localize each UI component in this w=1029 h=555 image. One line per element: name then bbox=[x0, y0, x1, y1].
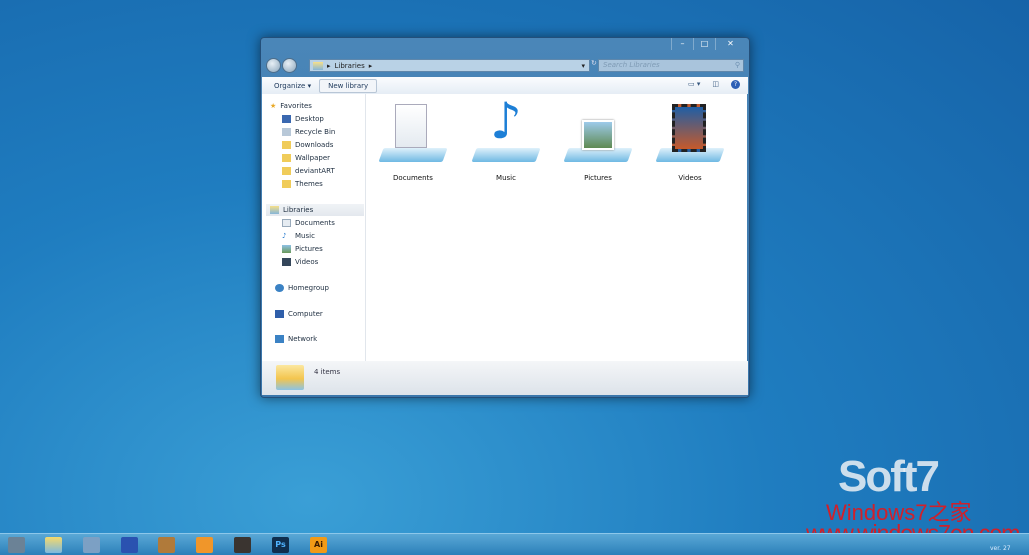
sidebar-item-music[interactable]: ♪ Music bbox=[282, 232, 315, 240]
navigation-buttons bbox=[266, 58, 297, 73]
taskbar-app[interactable] bbox=[158, 537, 175, 553]
computer-icon bbox=[275, 310, 284, 318]
documents-library-icon bbox=[377, 104, 449, 166]
star-icon: ★ bbox=[270, 102, 277, 110]
library-label: Videos bbox=[678, 174, 702, 182]
sidebar-item-libraries[interactable]: Libraries bbox=[270, 206, 313, 214]
sidebar-item-pictures[interactable]: Pictures bbox=[282, 245, 323, 253]
sidebar-item-downloads[interactable]: Downloads bbox=[282, 141, 333, 149]
sidebar-item-desktop[interactable]: Desktop bbox=[282, 115, 324, 123]
content-pane: Documents ♪ Music Pictures Videos bbox=[366, 94, 747, 361]
homegroup-icon bbox=[275, 284, 284, 292]
start-button[interactable] bbox=[8, 537, 25, 553]
label: Desktop bbox=[295, 115, 324, 123]
taskbar-photoshop[interactable]: Ps bbox=[272, 537, 289, 553]
label: Music bbox=[295, 232, 315, 240]
library-label: Documents bbox=[393, 174, 433, 182]
label: Recycle Bin bbox=[295, 128, 336, 136]
search-placeholder: Search Libraries bbox=[603, 61, 660, 69]
library-pictures[interactable]: Pictures bbox=[558, 104, 638, 182]
libraries-folder-icon bbox=[276, 365, 304, 390]
search-input[interactable]: Search Libraries ⚲ bbox=[598, 59, 744, 72]
taskbar-app[interactable] bbox=[83, 537, 100, 553]
label: Documents bbox=[295, 219, 335, 227]
sidebar-item-deviantart[interactable]: deviantART bbox=[282, 167, 335, 175]
libraries-icon bbox=[313, 61, 323, 70]
sidebar-item-themes[interactable]: Themes bbox=[282, 180, 323, 188]
label: Videos bbox=[295, 258, 319, 266]
pictures-library-icon bbox=[562, 104, 634, 166]
music-note-icon: ♪ bbox=[282, 232, 287, 240]
folder-icon bbox=[282, 180, 291, 188]
folder-icon bbox=[282, 167, 291, 175]
taskbar-app[interactable] bbox=[121, 537, 138, 553]
search-icon[interactable]: ⚲ bbox=[735, 60, 740, 71]
close-button[interactable]: ✕ bbox=[715, 38, 745, 50]
label: Themes bbox=[295, 180, 323, 188]
taskbar-explorer[interactable] bbox=[45, 537, 62, 553]
maximize-button[interactable]: □ bbox=[693, 38, 715, 50]
sidebar-item-wallpaper[interactable]: Wallpaper bbox=[282, 154, 330, 162]
label: Favorites bbox=[280, 102, 312, 110]
label: Libraries bbox=[283, 206, 314, 214]
sidebar-item-network[interactable]: Network bbox=[275, 335, 317, 343]
folder-icon bbox=[282, 141, 291, 149]
library-music[interactable]: ♪ Music bbox=[466, 96, 546, 182]
library-label: Music bbox=[496, 174, 516, 182]
taskbar-illustrator[interactable]: Ai bbox=[310, 537, 327, 553]
organize-button[interactable]: Organize ▾ bbox=[274, 82, 311, 90]
sidebar-item-homegroup[interactable]: Homegroup bbox=[275, 284, 329, 292]
library-videos[interactable]: Videos bbox=[650, 104, 730, 182]
window-controls: – □ ✕ bbox=[671, 38, 745, 50]
label: Pictures bbox=[295, 245, 323, 253]
sidebar-item-documents[interactable]: Documents bbox=[282, 219, 335, 227]
sidebar-item-computer[interactable]: Computer bbox=[275, 310, 323, 318]
new-library-button[interactable]: New library bbox=[319, 78, 378, 93]
breadcrumb-arrow[interactable]: ▸ bbox=[369, 62, 373, 70]
label: Homegroup bbox=[288, 284, 330, 292]
recycle-bin-icon bbox=[282, 128, 291, 136]
taskbar-app[interactable] bbox=[234, 537, 251, 553]
folder-icon bbox=[282, 154, 291, 162]
taskbar: Ps Ai bbox=[0, 533, 1029, 555]
music-library-icon: ♪ bbox=[470, 96, 542, 166]
network-icon bbox=[275, 335, 284, 343]
label: Downloads bbox=[295, 141, 334, 149]
picture-icon bbox=[282, 245, 291, 253]
chevron-down-icon[interactable]: ▾ bbox=[581, 62, 589, 70]
libraries-icon bbox=[270, 206, 279, 214]
breadcrumb-libraries[interactable]: Libraries bbox=[335, 62, 365, 70]
label: deviantART bbox=[295, 167, 335, 175]
forward-button[interactable] bbox=[282, 58, 297, 73]
details-pane: 4 items bbox=[262, 361, 748, 395]
videos-library-icon bbox=[654, 104, 726, 166]
back-button[interactable] bbox=[266, 58, 281, 73]
item-count: 4 items bbox=[314, 368, 341, 376]
view-options-icon[interactable]: ▭ ▾ bbox=[688, 80, 700, 89]
explorer-window: – □ ✕ ▸ Libraries ▸ ▾ ↻ Search Libraries… bbox=[260, 37, 750, 398]
sidebar-item-recycle-bin[interactable]: Recycle Bin bbox=[282, 128, 335, 136]
library-documents[interactable]: Documents bbox=[373, 104, 453, 182]
minimize-button[interactable]: – bbox=[671, 38, 693, 50]
label: Computer bbox=[288, 310, 323, 318]
address-bar[interactable]: ▸ Libraries ▸ ▾ bbox=[309, 59, 590, 72]
film-icon bbox=[282, 258, 291, 266]
library-label: Pictures bbox=[584, 174, 612, 182]
label: Wallpaper bbox=[295, 154, 331, 162]
version-label: ver. 27 bbox=[990, 545, 1011, 552]
sidebar-item-videos[interactable]: Videos bbox=[282, 258, 318, 266]
taskbar-media-player[interactable] bbox=[196, 537, 213, 553]
preview-pane-icon[interactable]: ◫ bbox=[712, 80, 719, 89]
breadcrumb-arrow: ▸ bbox=[327, 61, 331, 70]
label: Network bbox=[288, 335, 318, 343]
navigation-pane: ★ Favorites Desktop Recycle Bin Downloads… bbox=[262, 94, 366, 361]
document-icon bbox=[282, 219, 291, 227]
sidebar-item-favorites[interactable]: ★ Favorites bbox=[270, 102, 312, 110]
desktop-icon bbox=[282, 115, 291, 123]
help-icon[interactable]: ? bbox=[731, 80, 740, 89]
